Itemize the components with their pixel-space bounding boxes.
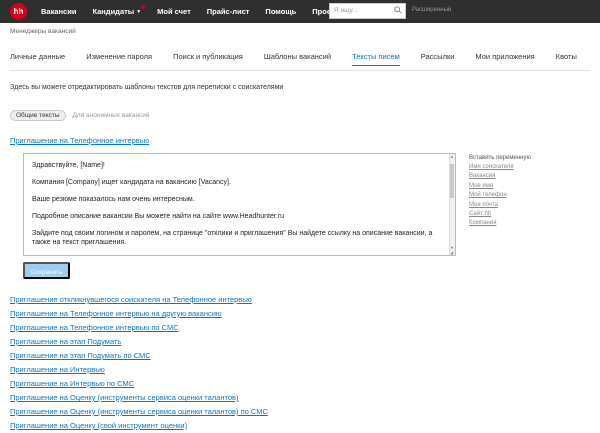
- nav-price-list[interactable]: Прайс-лист: [207, 7, 250, 16]
- editor-scrollbar-thumb[interactable]: [450, 164, 454, 198]
- settings-tabs: Личные данные Изменение пароля Поиск и п…: [10, 52, 598, 66]
- template-link[interactable]: Приглашение на Оценку (инструменты серви…: [10, 405, 268, 419]
- editor-paragraph: Компания [Company] ищет кандидата на вак…: [32, 179, 231, 186]
- top-navigation-bar: hh Вакансии Кандидаты ▼ Мой счет Прайс-ли…: [0, 0, 600, 23]
- variable-my-email[interactable]: Моя почта: [469, 201, 531, 210]
- template-link[interactable]: Приглашение на этап Подумать: [10, 335, 268, 349]
- tab-letter-texts[interactable]: Тексты писем: [352, 52, 400, 66]
- template-editor-text[interactable]: Здравствуйте, [Name]! Компания [Company]…: [32, 161, 442, 255]
- editor-paragraph: Ваше резюме показалось нам очень интерес…: [32, 196, 195, 203]
- tab-search-publication[interactable]: Поиск и публикация: [173, 52, 243, 66]
- filter-general-texts[interactable]: Общие тексты: [10, 110, 66, 121]
- template-link[interactable]: Приглашение на Оценку (инструменты серви…: [10, 391, 268, 405]
- template-link[interactable]: Приглашение на Телефонное интервью на др…: [10, 307, 268, 321]
- template-link[interactable]: Приглашение на этап Подумать по СМС: [10, 349, 268, 363]
- tabs-divider: [10, 70, 590, 71]
- nav-help-label: Помощь: [265, 7, 297, 16]
- template-editor[interactable]: Здравствуйте, [Name]! Компания [Company]…: [23, 153, 456, 256]
- filter-anonymous-vacancies[interactable]: Для анонимных вакансий: [73, 112, 150, 119]
- nav-my-account-label: Мой счет: [157, 7, 191, 16]
- nav-vacancies[interactable]: Вакансии: [41, 7, 76, 16]
- template-link[interactable]: Приглашение на Оценку (свой инструмент о…: [10, 419, 268, 433]
- main-nav: Вакансии Кандидаты ▼ Мой счет Прайс-лист …: [41, 0, 361, 23]
- scroll-up-icon[interactable]: ▲: [449, 154, 455, 160]
- nav-price-list-label: Прайс-лист: [206, 7, 250, 16]
- tab-personal-data[interactable]: Личные данные: [10, 52, 65, 66]
- template-link[interactable]: Приглашение откликнувшегося соискателя н…: [10, 293, 268, 307]
- template-link[interactable]: Приглашение на Телефонное интервью по СМ…: [10, 321, 268, 335]
- insert-variable-title: Вставить переменную: [469, 155, 531, 161]
- tab-quotas[interactable]: Квоты: [556, 52, 577, 66]
- nav-vacancies-label: Вакансии: [41, 7, 77, 16]
- nav-candidates-label: Кандидаты: [92, 7, 135, 16]
- variable-hh-site[interactable]: Сайт hh: [469, 210, 531, 219]
- tab-change-password[interactable]: Изменение пароля: [86, 52, 152, 66]
- notification-dot: [141, 5, 146, 9]
- intro-text: Здесь вы можете отредактировать шаблоны …: [10, 84, 284, 91]
- template-links-list: Приглашение откликнувшегося соискателя н…: [10, 293, 268, 433]
- editor-paragraph: Здравствуйте, [Name]!: [32, 162, 105, 169]
- chevron-down-icon: ▼: [136, 8, 142, 15]
- editor-paragraph: Подробное описание вакансии Вы можете на…: [32, 213, 284, 220]
- nav-candidates[interactable]: Кандидаты ▼: [92, 5, 146, 16]
- template-link[interactable]: Приглашение на Интервью: [10, 363, 268, 377]
- variable-vacancy[interactable]: Вакансия: [469, 172, 531, 181]
- search-icon[interactable]: [394, 6, 402, 14]
- insert-variable-panel: Вставить переменную Имя соискателя Вакан…: [469, 155, 531, 229]
- breadcrumb[interactable]: Менеджеры вакансий: [10, 28, 76, 35]
- variable-my-phone[interactable]: Мой телефон: [469, 191, 531, 200]
- tab-mailings[interactable]: Рассылки: [421, 52, 455, 66]
- tab-vacancy-templates[interactable]: Шаблоны вакансий: [264, 52, 331, 66]
- resize-handle-icon[interactable]: ◢: [450, 250, 455, 255]
- template-link-phone-interview[interactable]: Приглашение на Телефонное интервью: [10, 136, 149, 145]
- nav-help[interactable]: Помощь: [265, 7, 296, 16]
- advanced-search-link[interactable]: Расширенный: [412, 7, 451, 13]
- variable-applicant-name[interactable]: Имя соискателя: [469, 163, 531, 172]
- nav-my-account[interactable]: Мой счет: [157, 7, 191, 16]
- tab-my-apps[interactable]: Мои приложения: [475, 52, 534, 66]
- variable-company[interactable]: Компания: [469, 219, 531, 228]
- template-link[interactable]: Приглашение на Интервью по СМС: [10, 377, 268, 391]
- hh-logo[interactable]: hh: [10, 3, 27, 20]
- variable-my-name[interactable]: Мое имя: [469, 182, 531, 191]
- editor-paragraph: Зайдите под своим логином и паролем, на …: [32, 230, 433, 246]
- save-button[interactable]: Сохранить: [23, 262, 70, 279]
- text-type-filter: Общие тексты Для анонимных вакансий: [10, 110, 150, 121]
